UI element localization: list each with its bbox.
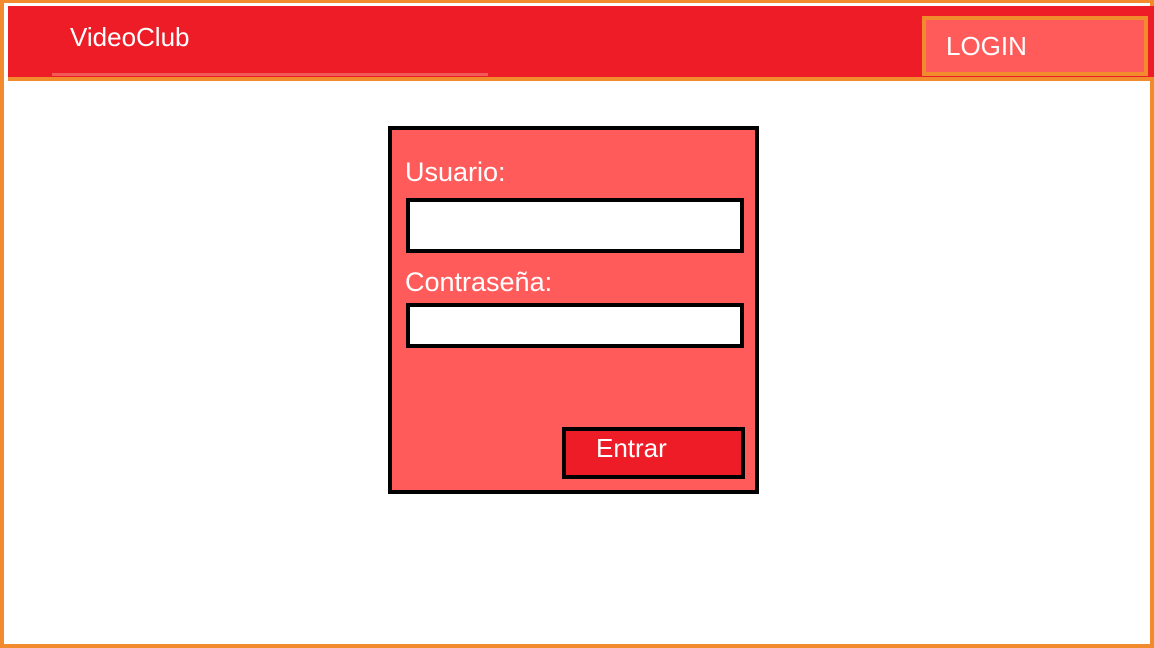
login-nav-button[interactable]: LOGIN	[922, 16, 1148, 76]
password-label: Contraseña:	[405, 267, 553, 297]
top-navbar: VideoClub LOGIN	[8, 6, 1154, 81]
app-window: VideoClub LOGIN Usuario: Contraseña: Ent…	[0, 0, 1154, 648]
username-input[interactable]	[406, 198, 744, 253]
submit-login-button[interactable]: Entrar	[562, 427, 745, 479]
username-label: Usuario:	[405, 157, 506, 187]
brand-underline	[52, 73, 488, 76]
password-input[interactable]	[406, 303, 744, 348]
login-form-panel: Usuario: Contraseña: Entrar	[388, 126, 759, 494]
brand-logo-text[interactable]: VideoClub	[70, 22, 190, 52]
